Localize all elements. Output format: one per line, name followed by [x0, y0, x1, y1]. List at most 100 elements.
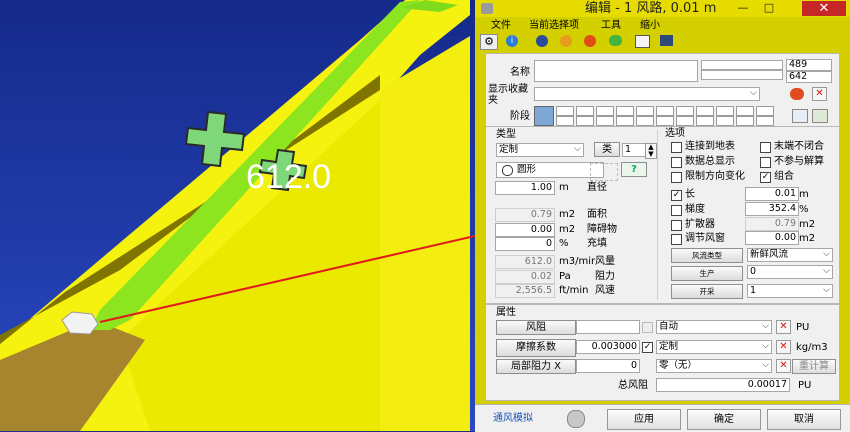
production-select[interactable]: 0 — [747, 265, 833, 279]
resistance-checkbox[interactable] — [642, 322, 653, 333]
3d-viewport[interactable]: 612.0 — [0, 0, 475, 431]
mining-button[interactable]: 开采 — [671, 284, 743, 299]
resistance-clear-icon[interactable]: ✕ — [776, 320, 791, 334]
fire-icon[interactable] — [584, 35, 596, 47]
globe-icon[interactable] — [536, 35, 548, 47]
comment-icon[interactable] — [609, 35, 622, 46]
production-button[interactable]: 生产 — [671, 266, 743, 281]
link-icon[interactable] — [792, 109, 808, 123]
stage-cell[interactable] — [656, 106, 674, 116]
regulator-checkbox[interactable] — [671, 234, 682, 245]
class-spinner[interactable]: ▲ ▼ — [645, 143, 657, 159]
length-value[interactable]: 0.01 — [745, 187, 799, 201]
exclude-solve-checkbox[interactable] — [760, 157, 771, 168]
diameter-value[interactable]: 1.00 — [495, 181, 555, 195]
stage-cell[interactable] — [716, 106, 734, 116]
regulator-unit: m2 — [799, 233, 816, 244]
ok-button[interactable]: 确定 — [687, 409, 761, 430]
stage-cell[interactable] — [676, 116, 694, 126]
stage-cell[interactable] — [756, 116, 774, 126]
stage-cell[interactable] — [636, 116, 654, 126]
fill-value[interactable]: 0 — [495, 237, 555, 251]
dialog-footer: 通风模拟 应用 确定 取消 — [475, 404, 850, 432]
stage-cell[interactable] — [736, 106, 754, 116]
fan-simulation-icon[interactable] — [567, 410, 585, 428]
gradient-unit: % — [799, 204, 809, 215]
obstacle-value[interactable]: 0.00 — [495, 223, 555, 237]
class-button[interactable]: 类 — [594, 142, 620, 157]
airflow-type-select[interactable]: 新鲜风流 — [747, 248, 833, 262]
friction-clear-icon[interactable]: ✕ — [776, 340, 791, 354]
menu-tools[interactable]: 工具 — [601, 18, 621, 33]
book-icon[interactable] — [635, 35, 650, 48]
length-checkbox[interactable]: ✓ — [671, 190, 682, 201]
close-button[interactable]: ✕ — [802, 1, 846, 16]
clear-folder-icon[interactable]: ✕ — [812, 87, 827, 101]
stage-cell[interactable] — [596, 106, 614, 116]
name-input[interactable] — [534, 60, 698, 82]
resistance-button[interactable]: 风阻 — [496, 320, 576, 335]
stage-cell[interactable] — [556, 116, 574, 126]
heart-icon[interactable] — [790, 88, 804, 100]
stage-cell[interactable] — [736, 116, 754, 126]
stage-cell[interactable] — [616, 116, 634, 126]
stage-cell[interactable] — [576, 116, 594, 126]
cancel-button[interactable]: 取消 — [767, 409, 841, 430]
regulator-value[interactable]: 0.00 — [745, 231, 799, 245]
local-resistance-clear-icon[interactable]: ✕ — [776, 359, 791, 373]
info-icon[interactable]: i — [506, 35, 518, 47]
apply-button[interactable]: 应用 — [607, 409, 681, 430]
surface-connect-checkbox[interactable] — [671, 142, 682, 153]
friction-checkbox[interactable]: ✓ — [642, 342, 653, 353]
stage-cell[interactable] — [656, 116, 674, 126]
obstacle-unit: m2 — [559, 224, 576, 235]
gradient-checkbox[interactable] — [671, 205, 682, 216]
gradient-value[interactable]: 352.4 — [745, 202, 799, 216]
resistance-input[interactable] — [576, 320, 640, 334]
name-extra-field[interactable] — [701, 60, 783, 70]
show-total-checkbox[interactable] — [671, 157, 682, 168]
stage-cell[interactable] — [616, 106, 634, 116]
menu-zoom-out[interactable]: 缩小 — [640, 18, 660, 33]
local-resistance-input[interactable]: 0 — [576, 359, 640, 373]
stage-cell[interactable] — [716, 116, 734, 126]
stage-cell[interactable] — [576, 106, 594, 116]
friction-input[interactable]: 0.003000 — [576, 340, 640, 354]
recalculate-button[interactable]: 重计算 — [792, 359, 836, 374]
open-end-checkbox[interactable] — [760, 142, 771, 153]
area-unit: m2 — [559, 209, 576, 220]
combine-checkbox[interactable]: ✓ — [760, 172, 771, 183]
stage-cell-current[interactable] — [534, 106, 554, 126]
fan-icon[interactable] — [560, 35, 572, 47]
diffuser-value: 0.79 — [745, 217, 799, 231]
mining-select[interactable]: 1 — [747, 284, 833, 298]
help-button[interactable]: ? — [621, 162, 647, 177]
maximize-button[interactable]: □ — [762, 2, 776, 14]
gear-icon[interactable]: ⚙ — [480, 34, 498, 50]
stage-cell[interactable] — [696, 106, 714, 116]
stage-cell[interactable] — [756, 106, 774, 116]
class-value[interactable]: 1 — [622, 143, 646, 157]
stage-cell[interactable] — [556, 106, 574, 116]
friction-button[interactable]: 摩擦系数 — [496, 339, 576, 357]
airflow-type-button[interactable]: 风流类型 — [671, 248, 743, 263]
chart-icon[interactable] — [660, 35, 673, 46]
diffuser-checkbox[interactable] — [671, 220, 682, 231]
resistance-mode-select[interactable]: 自动 — [656, 320, 772, 334]
stage-cell[interactable] — [696, 116, 714, 126]
folder-select[interactable] — [534, 87, 760, 101]
stage-cell[interactable] — [596, 116, 614, 126]
menu-file[interactable]: 文件 — [491, 18, 511, 33]
name-extra-field-2[interactable] — [701, 70, 783, 80]
minimize-button[interactable]: — — [736, 2, 750, 14]
local-resistance-select[interactable]: 零（无） — [656, 359, 772, 373]
local-resistance-button[interactable]: 局部阻力 X — [496, 359, 576, 374]
stage-cell[interactable] — [636, 106, 654, 116]
type-select[interactable]: 定制 — [496, 143, 584, 157]
image-icon[interactable] — [812, 109, 828, 123]
friction-mode-select[interactable]: 定制 — [656, 340, 772, 354]
stage-cell[interactable] — [676, 106, 694, 116]
menu-current-selection[interactable]: 当前选择项 — [529, 18, 579, 33]
position-cross-icon[interactable] — [590, 163, 618, 181]
limit-direction-checkbox[interactable] — [671, 172, 682, 183]
